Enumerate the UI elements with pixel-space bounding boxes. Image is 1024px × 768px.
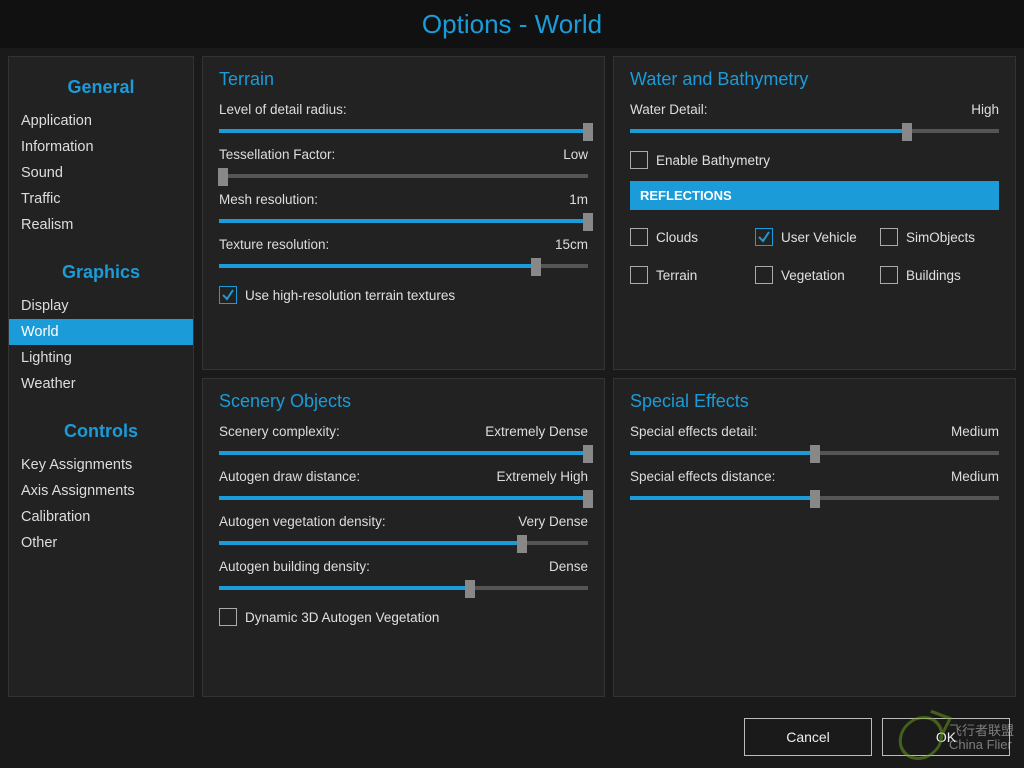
- reflection-user-vehicle[interactable]: User Vehicle: [755, 228, 874, 246]
- sidebar-item-realism[interactable]: Realism: [9, 212, 193, 238]
- scenery-slider-3-value: Dense: [549, 559, 588, 574]
- sidebar-header-2: Controls: [9, 411, 193, 452]
- scenery-slider-1-slider[interactable]: [219, 486, 588, 510]
- reflection-terrain-box[interactable]: [630, 266, 648, 284]
- ok-button[interactable]: OK: [882, 718, 1010, 756]
- terrain-panel: Terrain Level of detail radius: Tessella…: [202, 56, 605, 370]
- reflection-buildings-label: Buildings: [906, 268, 961, 283]
- sidebar-item-traffic[interactable]: Traffic: [9, 186, 193, 212]
- water-title: Water and Bathymetry: [630, 69, 999, 90]
- terrain-slider-1-label: Tessellation Factor:: [219, 147, 335, 162]
- water-slider-0-label: Water Detail:: [630, 102, 708, 117]
- bathymetry-check-box[interactable]: [630, 151, 648, 169]
- terrain-hires-check[interactable]: Use high-resolution terrain textures: [219, 286, 588, 304]
- sidebar-header-1: Graphics: [9, 252, 193, 293]
- scenery-slider-0-value: Extremely Dense: [485, 424, 588, 439]
- reflection-simobjects[interactable]: SimObjects: [880, 228, 999, 246]
- reflection-simobjects-box[interactable]: [880, 228, 898, 246]
- terrain-slider-1-value: Low: [563, 147, 588, 162]
- terrain-slider-0-slider[interactable]: [219, 119, 588, 143]
- sidebar-item-information[interactable]: Information: [9, 134, 193, 160]
- sidebar-item-sound[interactable]: Sound: [9, 160, 193, 186]
- reflection-clouds-box[interactable]: [630, 228, 648, 246]
- sidebar-item-axis-assignments[interactable]: Axis Assignments: [9, 478, 193, 504]
- water-slider-0-slider[interactable]: [630, 119, 999, 143]
- scenery-panel: Scenery Objects Scenery complexity: Extr…: [202, 378, 605, 697]
- terrain-slider-1-slider[interactable]: [219, 164, 588, 188]
- sidebar-item-other[interactable]: Other: [9, 530, 193, 556]
- water-slider-0-value: High: [971, 102, 999, 117]
- scenery-slider-2-value: Very Dense: [518, 514, 588, 529]
- reflection-terrain-label: Terrain: [656, 268, 697, 283]
- terrain-hires-check-box[interactable]: [219, 286, 237, 304]
- scenery-slider-2-slider[interactable]: [219, 531, 588, 555]
- reflections-header: REFLECTIONS: [630, 181, 999, 210]
- dynamic-autogen-check[interactable]: Dynamic 3D Autogen Vegetation: [219, 608, 588, 626]
- reflection-terrain[interactable]: Terrain: [630, 266, 749, 284]
- effects-slider-0-slider[interactable]: [630, 441, 999, 465]
- bathymetry-check[interactable]: Enable Bathymetry: [630, 151, 999, 169]
- water-panel: Water and Bathymetry Water Detail: High …: [613, 56, 1016, 370]
- terrain-slider-2-value: 1m: [569, 192, 588, 207]
- reflection-buildings[interactable]: Buildings: [880, 266, 999, 284]
- sidebar-item-world[interactable]: World: [9, 319, 193, 345]
- terrain-slider-3-value: 15cm: [555, 237, 588, 252]
- effects-slider-0-value: Medium: [951, 424, 999, 439]
- sidebar-item-display[interactable]: Display: [9, 293, 193, 319]
- sidebar-item-lighting[interactable]: Lighting: [9, 345, 193, 371]
- scenery-slider-3-slider[interactable]: [219, 576, 588, 600]
- effects-panel: Special Effects Special effects detail: …: [613, 378, 1016, 697]
- terrain-slider-2-slider[interactable]: [219, 209, 588, 233]
- sidebar-item-application[interactable]: Application: [9, 108, 193, 134]
- sidebar: GeneralApplicationInformationSoundTraffi…: [8, 56, 194, 697]
- sidebar-item-weather[interactable]: Weather: [9, 371, 193, 397]
- reflection-buildings-box[interactable]: [880, 266, 898, 284]
- reflection-vegetation[interactable]: Vegetation: [755, 266, 874, 284]
- bathymetry-check-label: Enable Bathymetry: [656, 153, 770, 168]
- sidebar-item-key-assignments[interactable]: Key Assignments: [9, 452, 193, 478]
- effects-slider-1-label: Special effects distance:: [630, 469, 775, 484]
- cancel-button[interactable]: Cancel: [744, 718, 872, 756]
- dynamic-autogen-check-label: Dynamic 3D Autogen Vegetation: [245, 610, 439, 625]
- reflection-vegetation-label: Vegetation: [781, 268, 845, 283]
- effects-slider-0-label: Special effects detail:: [630, 424, 757, 439]
- reflection-clouds[interactable]: Clouds: [630, 228, 749, 246]
- dynamic-autogen-check-box[interactable]: [219, 608, 237, 626]
- terrain-slider-2-label: Mesh resolution:: [219, 192, 318, 207]
- terrain-title: Terrain: [219, 69, 588, 90]
- reflection-vegetation-box[interactable]: [755, 266, 773, 284]
- scenery-slider-0-label: Scenery complexity:: [219, 424, 340, 439]
- terrain-slider-3-label: Texture resolution:: [219, 237, 329, 252]
- reflection-user-vehicle-label: User Vehicle: [781, 230, 857, 245]
- reflection-simobjects-label: SimObjects: [906, 230, 975, 245]
- sidebar-item-calibration[interactable]: Calibration: [9, 504, 193, 530]
- scenery-slider-2-label: Autogen vegetation density:: [219, 514, 386, 529]
- effects-slider-1-slider[interactable]: [630, 486, 999, 510]
- scenery-slider-0-slider[interactable]: [219, 441, 588, 465]
- effects-slider-1-value: Medium: [951, 469, 999, 484]
- reflection-clouds-label: Clouds: [656, 230, 698, 245]
- scenery-title: Scenery Objects: [219, 391, 588, 412]
- page-title: Options - World: [0, 0, 1024, 48]
- sidebar-header-0: General: [9, 67, 193, 108]
- scenery-slider-3-label: Autogen building density:: [219, 559, 370, 574]
- terrain-slider-0-label: Level of detail radius:: [219, 102, 347, 117]
- effects-title: Special Effects: [630, 391, 999, 412]
- scenery-slider-1-label: Autogen draw distance:: [219, 469, 360, 484]
- reflection-user-vehicle-box[interactable]: [755, 228, 773, 246]
- terrain-hires-check-label: Use high-resolution terrain textures: [245, 288, 455, 303]
- scenery-slider-1-value: Extremely High: [496, 469, 588, 484]
- terrain-slider-3-slider[interactable]: [219, 254, 588, 278]
